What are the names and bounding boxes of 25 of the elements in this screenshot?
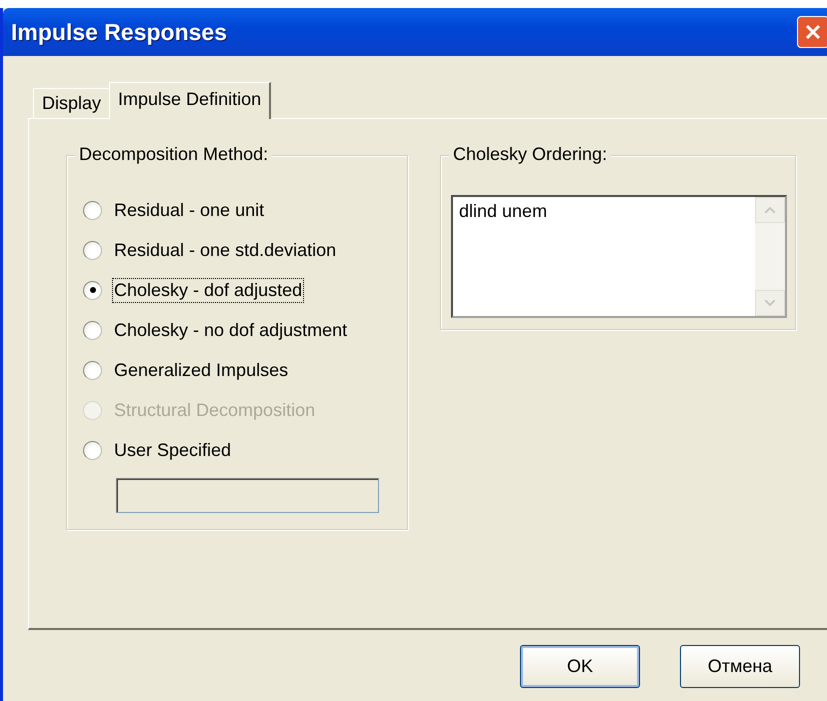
radio-label[interactable]: Cholesky - dof adjusted bbox=[112, 278, 304, 302]
radio-label[interactable]: Cholesky - no dof adjustment bbox=[112, 318, 350, 342]
radio-button[interactable] bbox=[83, 320, 102, 340]
radio-label[interactable]: User Specified bbox=[112, 438, 234, 462]
radio-button[interactable] bbox=[83, 440, 102, 460]
group-title: Decomposition Method: bbox=[75, 144, 272, 165]
radio-label[interactable]: Residual - one std.deviation bbox=[112, 238, 338, 262]
radio-button[interactable] bbox=[83, 280, 102, 300]
radio-button[interactable] bbox=[83, 200, 102, 220]
tab[interactable]: Impulse Definition bbox=[109, 82, 272, 119]
radio-button[interactable] bbox=[83, 240, 102, 260]
scrollbar[interactable] bbox=[755, 197, 785, 316]
radio-label[interactable]: Generalized Impulses bbox=[112, 358, 290, 382]
ok-button[interactable]: OK bbox=[520, 645, 640, 688]
group-title: Cholesky Ordering: bbox=[449, 144, 612, 165]
close-button[interactable] bbox=[797, 16, 827, 48]
close-icon bbox=[804, 23, 822, 41]
text-area[interactable]: dlind unem bbox=[451, 195, 787, 318]
radio-button[interactable] bbox=[83, 360, 102, 380]
text-area-value: dlind unem bbox=[458, 200, 548, 223]
cancel-button[interactable]: Отмена bbox=[680, 645, 800, 688]
input-field[interactable] bbox=[116, 478, 379, 513]
window-title: Impulse Responses bbox=[11, 18, 228, 46]
radio-label[interactable]: Residual - one unit bbox=[112, 198, 266, 222]
tab[interactable]: Display bbox=[33, 88, 112, 118]
